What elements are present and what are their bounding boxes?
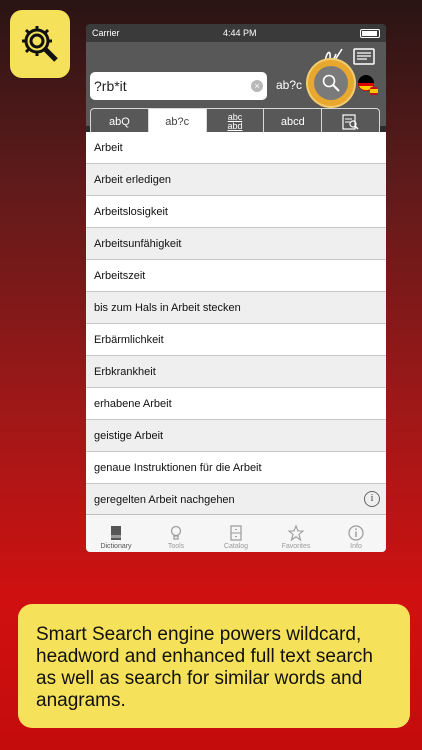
- gear-search-icon: [22, 26, 58, 62]
- list-item[interactable]: Arbeit erledigen: [86, 164, 386, 196]
- tab-dictionary[interactable]: Dictionary: [86, 515, 146, 552]
- tab-favorites[interactable]: Favorites: [266, 515, 326, 552]
- list-item[interactable]: Arbeitszeit: [86, 260, 386, 292]
- search-input[interactable]: ?rb*it ×: [90, 72, 267, 100]
- clock: 4:44 PM: [222, 28, 257, 38]
- text-view-icon[interactable]: [352, 46, 376, 66]
- list-item[interactable]: Arbeitsunfähigkeit: [86, 228, 386, 260]
- fulltext-search-icon: [341, 114, 359, 130]
- search-header: ?rb*it × ab?c ab Q ab?c abc abd abcd: [86, 42, 386, 136]
- tab-tools[interactable]: Tools: [146, 515, 206, 552]
- feature-caption: Smart Search engine powers wildcard, hea…: [18, 604, 410, 728]
- list-item[interactable]: bis zum Hals in Arbeit stecken: [86, 292, 386, 324]
- tab-bar: Dictionary Tools Catalog Favorites Info: [86, 514, 386, 552]
- info-icon[interactable]: i: [364, 491, 380, 507]
- book-icon: [111, 526, 121, 540]
- search-query: ?rb*it: [94, 78, 127, 94]
- star-icon: [288, 525, 304, 541]
- results-list: Arbeit Arbeit erledigen Arbeitslosigkeit…: [86, 132, 386, 514]
- clear-icon[interactable]: ×: [251, 80, 263, 92]
- status-bar: Carrier 4:44 PM: [86, 24, 386, 42]
- tab-catalog[interactable]: Catalog: [206, 515, 266, 552]
- list-item[interactable]: Erbkrankheit: [86, 356, 386, 388]
- list-item[interactable]: Erbärmlichkeit: [86, 324, 386, 356]
- smart-search-badge: [10, 10, 70, 78]
- list-item[interactable]: Arbeit: [86, 132, 386, 164]
- phone-screen: Carrier 4:44 PM ?rb*it × ab?c ab Q ab?c …: [86, 24, 386, 552]
- list-item[interactable]: Arbeitslosigkeit: [86, 196, 386, 228]
- list-item[interactable]: erhabene Arbeit: [86, 388, 386, 420]
- magnifier-icon: [322, 74, 340, 92]
- info-icon: [348, 525, 364, 541]
- search-button[interactable]: [308, 60, 354, 106]
- carrier-label: Carrier: [92, 28, 120, 38]
- list-item[interactable]: geregelten Arbeit nachgehen i: [86, 484, 386, 514]
- search-mode-label: ab?c: [276, 78, 303, 92]
- german-flag-icon[interactable]: [358, 74, 378, 96]
- cabinet-icon: [230, 525, 242, 541]
- battery-icon: [359, 28, 380, 38]
- lightbulb-icon: [170, 525, 182, 540]
- list-item[interactable]: geistige Arbeit: [86, 420, 386, 452]
- tab-info[interactable]: Info: [326, 515, 386, 552]
- list-item[interactable]: genaue Instruktionen für die Arbeit: [86, 452, 386, 484]
